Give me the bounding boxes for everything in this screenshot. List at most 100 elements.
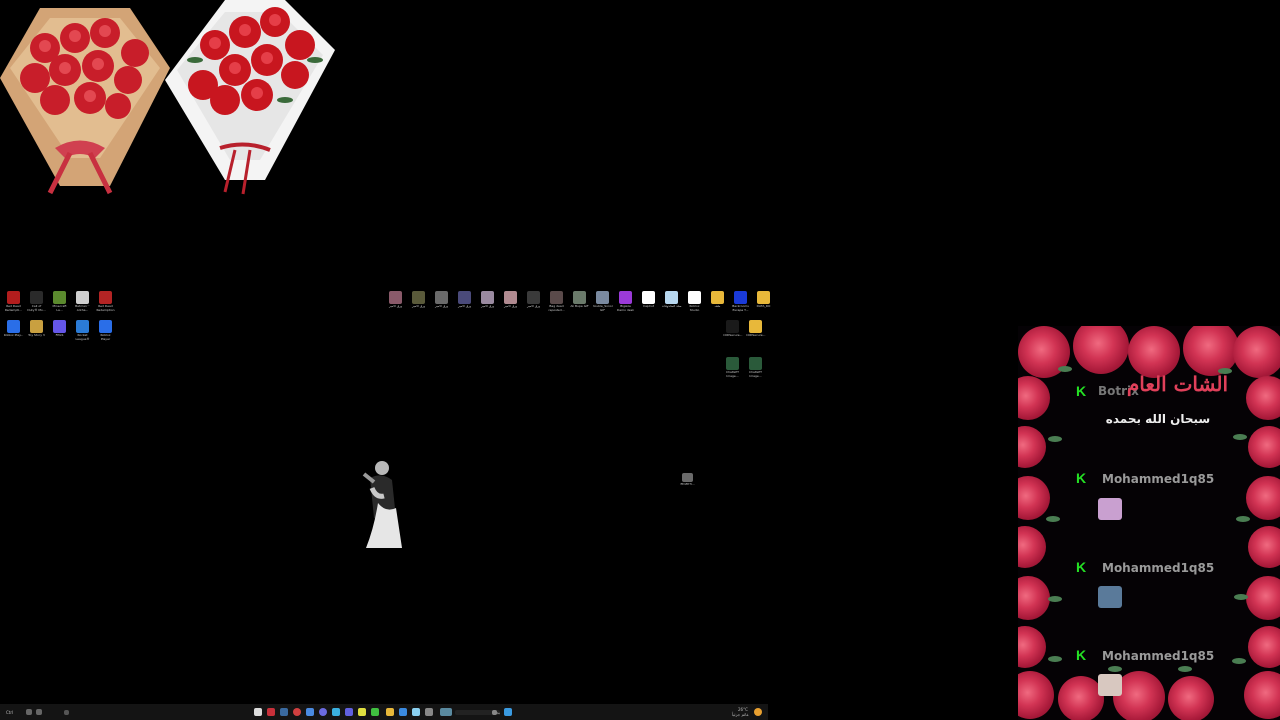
gif-icon <box>596 291 609 304</box>
rose-decoration <box>1018 576 1050 620</box>
start-button[interactable] <box>254 708 262 716</box>
folder-icon <box>711 291 724 304</box>
desktop-shortcut[interactable]: ورق الامير <box>524 291 543 312</box>
wallpaper-icon <box>458 291 471 304</box>
rose-decoration <box>1248 626 1280 668</box>
chrome-icon[interactable] <box>293 708 301 716</box>
folder-icon <box>749 320 762 333</box>
leaf-decoration <box>1058 366 1072 372</box>
desktop-shortcut[interactable]: Backrooms Escape T... <box>731 291 750 312</box>
shortcut-label: Backrooms Escape T... <box>732 305 749 312</box>
desktop-shortcut[interactable]: Ali Bupe GIF <box>570 291 589 312</box>
desktop-shortcut[interactable]: ورق الامير <box>409 291 428 312</box>
desktop-icons-left-row2: Roblox Play... Toy Story 3 FPGS Rocket Leag… <box>4 320 115 341</box>
desktop-shortcut[interactable]: Call of Duty® Mo... <box>27 291 46 312</box>
desktop-icons-right-col: CODSecure... CODSecure... <box>723 320 765 341</box>
weather-desc[interactable]: غائم جزئياً <box>732 712 749 717</box>
network-icon[interactable] <box>36 709 42 715</box>
rose-decoration <box>1248 426 1280 468</box>
desktop-shortcut[interactable]: Bigsize Demo desk <box>616 291 635 312</box>
app-icon[interactable] <box>371 708 379 716</box>
shortcut-label: Red Dead Redemption <box>96 305 115 312</box>
rose-decoration <box>1246 476 1280 520</box>
desktop-shortcut[interactable]: CODSecure... <box>723 320 742 341</box>
desktop-shortcut[interactable]: Red Dead Redempti... <box>4 291 23 312</box>
desktop-shortcut[interactable]: double_Sonora GIF <box>593 291 613 312</box>
chat-username: Mohammed1q85 <box>1102 561 1215 575</box>
rose-decoration <box>1018 626 1046 668</box>
desktop-shortcut[interactable]: Rocket League® <box>73 320 92 341</box>
shortcut-label: Ali Bupe GIF <box>570 305 589 308</box>
discord-icon[interactable] <box>319 708 327 716</box>
desktop-shortcut[interactable]: Bag dead reposted... <box>547 291 566 312</box>
desktop-shortcut[interactable]: Roblox Play... <box>4 320 23 341</box>
files-icon[interactable] <box>386 708 394 716</box>
desktop-shortcut[interactable]: ورق الامير <box>501 291 520 312</box>
desktop-shortcut[interactable]: Batman™ Arkha... <box>73 291 92 312</box>
chat-title: الشات العام <box>1126 372 1228 396</box>
app-icon[interactable] <box>306 708 314 716</box>
minecraft-icon <box>53 291 66 304</box>
terminal-icon[interactable] <box>425 708 433 716</box>
leaf-decoration <box>1232 658 1246 664</box>
desktop-shortcut[interactable]: ورق الامير <box>478 291 497 312</box>
cod-icon <box>30 291 43 304</box>
search-icon[interactable] <box>492 710 497 715</box>
desktop-shortcut[interactable]: ChatGPT Image... <box>746 357 765 378</box>
rose-decoration <box>1018 526 1046 568</box>
app-icon[interactable] <box>358 708 366 716</box>
rose-decoration <box>1018 376 1050 420</box>
app-icon[interactable] <box>440 708 452 716</box>
desktop-icons-mid-row: ورق الامير ورق الامير ورق الامير ورق الامير… <box>386 291 773 312</box>
desktop-shortcut[interactable]: ورق الامير <box>432 291 451 312</box>
shortcut-label: Minecraft La... <box>52 305 67 312</box>
wallpaper-icon <box>389 291 402 304</box>
app-icon[interactable] <box>332 708 340 716</box>
desktop-shortcut[interactable]: Red Dead Redemption <box>96 291 115 312</box>
desktop-shortcut[interactable]: Roblox Player <box>96 320 115 341</box>
backrooms-icon <box>734 291 747 304</box>
desktop-shortcut[interactable]: CODSecure... <box>746 320 765 341</box>
desktop-shortcut[interactable]: Roblox Studio <box>685 291 704 312</box>
desktop-shortcut[interactable]: CapCut <box>639 291 658 312</box>
roblox-icon <box>7 320 20 333</box>
cod-secure-icon <box>726 320 739 333</box>
desktop-shortcut[interactable]: Toy Story 3 <box>27 320 46 341</box>
speaker-icon[interactable] <box>26 709 32 715</box>
leaf-decoration <box>1233 434 1247 440</box>
folder-icon <box>757 291 770 304</box>
shortcut-label: ورق الامير <box>435 305 448 308</box>
weather-moon-icon[interactable] <box>754 708 762 716</box>
desktop-icons-right-col2: ChatGPT Image... ChatGPT Image... <box>723 357 765 378</box>
desktop-icon-file[interactable]: ffmEfrfr... <box>678 473 697 490</box>
taskbar: Ctrl بحث 26°C غائم جزئياً <box>0 704 768 720</box>
image-icon <box>749 357 762 370</box>
red-dead-2-icon <box>99 291 112 304</box>
desktop-shortcut[interactable]: ChatGPT Image... <box>723 357 742 378</box>
store-icon[interactable] <box>399 708 407 716</box>
file-icon <box>682 473 693 482</box>
photos-icon[interactable] <box>412 708 420 716</box>
shortcut-label: ورق الامير <box>412 305 425 308</box>
shortcut-label: Bigsize Demo desk <box>617 305 634 312</box>
steam-icon[interactable] <box>280 708 288 716</box>
app-icon[interactable] <box>345 708 353 716</box>
rose-decoration <box>1248 526 1280 568</box>
desktop-shortcut[interactable]: ورق الامير <box>455 291 474 312</box>
edge-icon[interactable] <box>267 708 275 716</box>
app-icon[interactable] <box>504 708 512 716</box>
chevron-up-icon[interactable] <box>64 710 69 715</box>
shortcut-label: ملف <box>714 305 721 308</box>
shortcut-label: CapCut <box>642 305 654 308</box>
desktop-shortcut[interactable]: ورق الامير <box>386 291 405 312</box>
chat-emote <box>1098 498 1122 520</box>
shortcut-label: Call of Duty® Mo... <box>27 305 46 312</box>
rose-decoration <box>1073 326 1129 374</box>
desktop-shortcut[interactable]: DATA_RO <box>754 291 773 312</box>
desktop-shortcut[interactable]: ملف <box>708 291 727 312</box>
desktop-shortcut[interactable]: FPGS <box>50 320 69 341</box>
desktop-shortcut[interactable]: Minecraft La... <box>50 291 69 312</box>
desktop-shortcut[interactable]: سلة المحذوفات <box>662 291 681 312</box>
rose-decoration <box>1128 326 1180 378</box>
shortcut-label: DATA_RO <box>756 305 771 308</box>
